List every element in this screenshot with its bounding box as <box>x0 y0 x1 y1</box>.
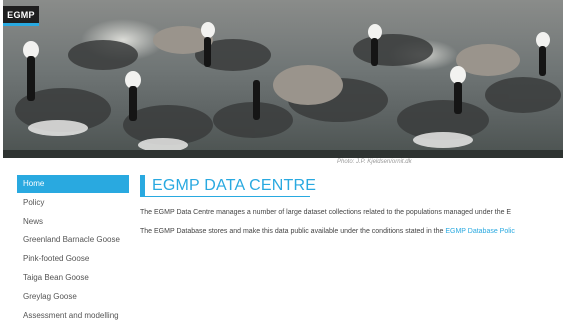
intro-paragraph: The EGMP Data Centre manages a number of… <box>140 209 512 216</box>
sidebar-item-greylag-goose[interactable]: Greylag Goose <box>17 288 129 306</box>
sidebar-item-home[interactable]: Home <box>17 175 129 193</box>
header-banner-photo <box>3 0 563 158</box>
title-accent-bar <box>140 175 145 196</box>
sidebar-item-taiga-bean-goose[interactable]: Taiga Bean Goose <box>17 269 129 287</box>
sidebar-nav: Home Policy News Greenland Barnacle Goos… <box>17 175 129 325</box>
sidebar-item-policy[interactable]: Policy <box>17 194 129 212</box>
sidebar-item-greenland-barnacle-goose[interactable]: Greenland Barnacle Goose <box>17 231 129 249</box>
database-paragraph-text: The EGMP Database stores and make this d… <box>140 228 446 235</box>
page-title-container: EGMP DATA CENTRE <box>140 175 316 196</box>
photo-credit: Photo: J.P. Kjeldsen/ornit.dk <box>337 159 412 165</box>
title-underline <box>140 196 310 197</box>
database-paragraph: The EGMP Database stores and make this d… <box>140 228 515 235</box>
page-title: EGMP DATA CENTRE <box>152 176 317 194</box>
sidebar-item-assessment-and-modelling[interactable]: Assessment and modelling <box>17 307 129 325</box>
geese-photo <box>3 22 563 158</box>
egmp-logo[interactable]: EGMP <box>3 6 39 26</box>
sidebar-item-news[interactable]: News <box>17 213 129 231</box>
sidebar-item-pink-footed-goose[interactable]: Pink-footed Goose <box>17 250 129 268</box>
egmp-database-policy-link[interactable]: EGMP Database Polic <box>445 228 515 235</box>
